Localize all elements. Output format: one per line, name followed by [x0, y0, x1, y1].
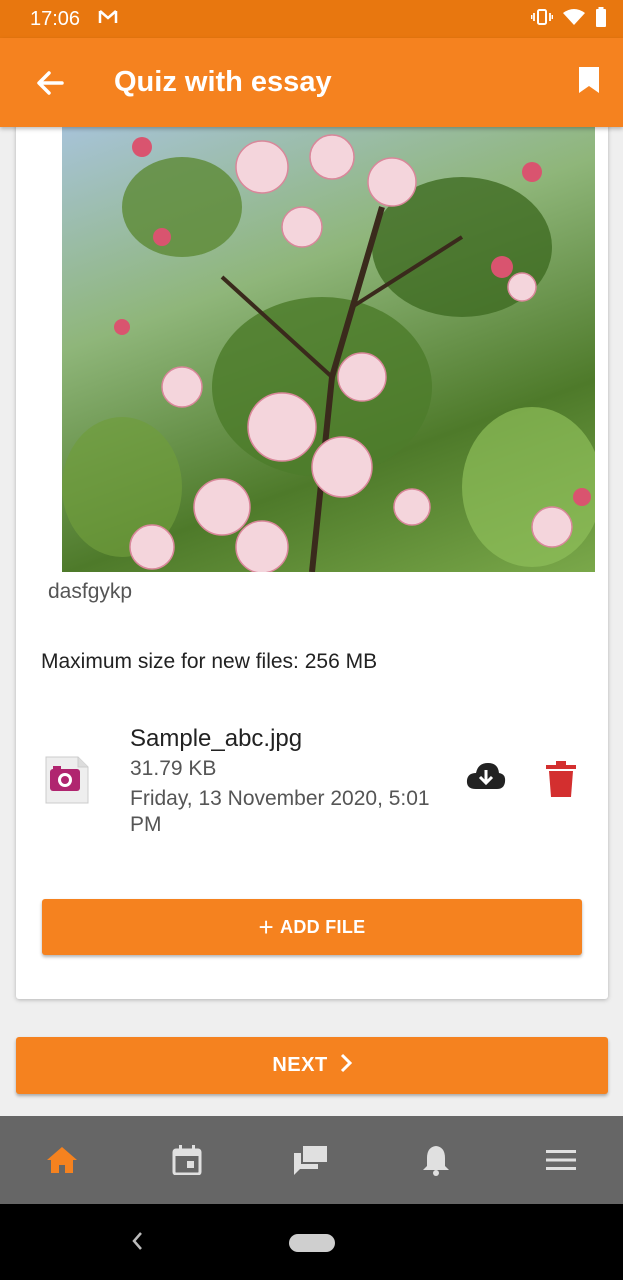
- vibrate-icon: [530, 8, 554, 31]
- page-title: Quiz with essay: [114, 66, 332, 98]
- battery-icon: [595, 6, 607, 32]
- chevron-right-icon: [340, 1053, 352, 1079]
- menu-icon: [545, 1150, 576, 1170]
- status-bar: 17:06: [0, 0, 623, 38]
- image-caption: dasfgykp: [48, 580, 133, 603]
- add-file-label: ADD FILE: [280, 916, 366, 937]
- add-file-button[interactable]: + ADD FILE: [42, 899, 582, 955]
- plus-icon: +: [258, 911, 275, 942]
- delete-button[interactable]: [546, 761, 576, 802]
- file-date: Friday, 13 November 2020, 5:01 PM: [130, 787, 430, 836]
- status-time: 17:06: [30, 7, 81, 30]
- file-name: Sample_abc.jpg: [130, 725, 303, 752]
- question-card: dasfgykp Maximum size for new files: 256…: [16, 127, 608, 999]
- download-button[interactable]: [466, 761, 506, 796]
- home-icon: [47, 1147, 78, 1173]
- chevron-left-icon: [132, 1232, 142, 1250]
- arrow-back-icon: [37, 70, 64, 95]
- file-item[interactable]: Sample_abc.jpg 31.79 KB Friday, 13 Novem…: [16, 717, 608, 847]
- nav-home[interactable]: [22, 1146, 102, 1174]
- nav-notifications[interactable]: [396, 1144, 476, 1176]
- max-file-size-text: Maximum size for new files: 256 MB: [41, 650, 378, 673]
- gmail-icon: [98, 9, 118, 30]
- bookmark-button[interactable]: [577, 65, 601, 100]
- messages-icon: [294, 1145, 329, 1175]
- system-back-button[interactable]: [130, 1230, 144, 1257]
- question-image: [62, 127, 595, 572]
- content-area[interactable]: dasfgykp Maximum size for new files: 256…: [0, 127, 623, 1116]
- calendar-icon: [172, 1145, 202, 1175]
- back-button[interactable]: [0, 70, 100, 96]
- bookmark-icon: [579, 67, 599, 93]
- system-navigation-bar: [0, 1204, 623, 1280]
- bottom-navigation: [0, 1116, 623, 1204]
- wifi-icon: [563, 8, 585, 31]
- app-bar: Quiz with essay: [0, 38, 623, 127]
- image-file-icon: [44, 755, 90, 810]
- nav-messages[interactable]: [271, 1145, 351, 1175]
- file-size: 31.79 KB: [130, 757, 217, 780]
- trash-icon: [546, 761, 576, 797]
- next-label: NEXT: [272, 1054, 328, 1076]
- cloud-download-icon: [466, 763, 506, 789]
- next-button[interactable]: NEXT: [16, 1037, 608, 1094]
- system-home-button[interactable]: [289, 1234, 335, 1252]
- nav-menu[interactable]: [521, 1148, 601, 1172]
- nav-calendar[interactable]: [147, 1145, 227, 1175]
- bell-icon: [423, 1146, 450, 1176]
